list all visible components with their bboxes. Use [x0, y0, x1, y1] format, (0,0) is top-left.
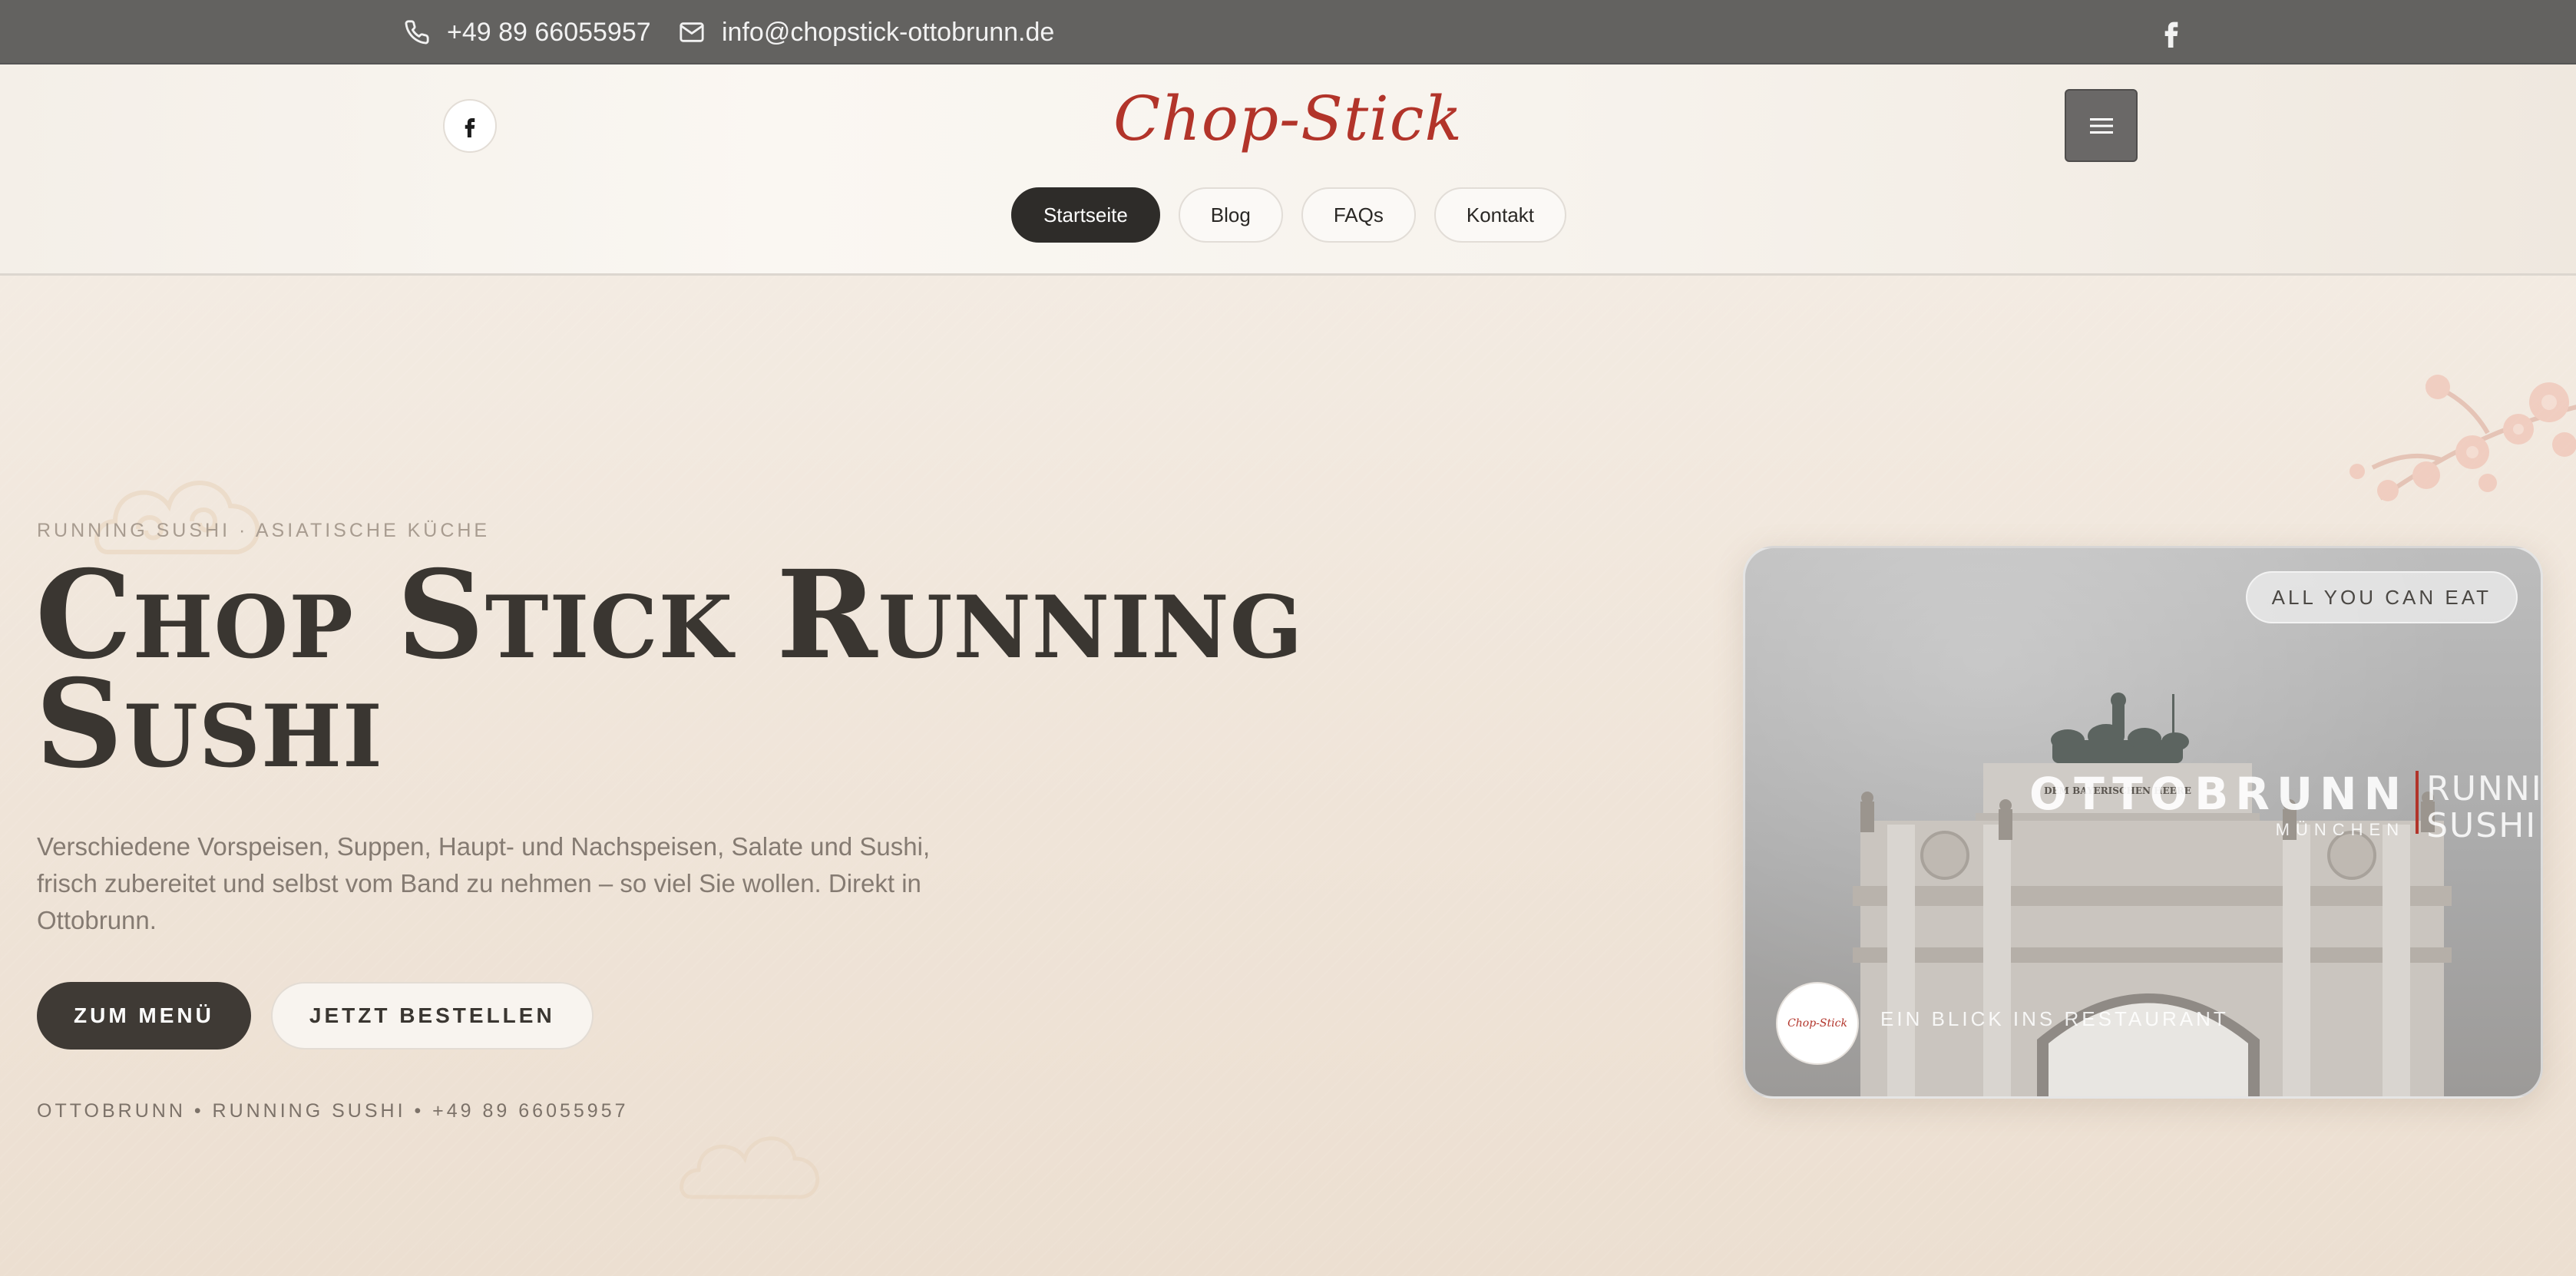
nav-blog[interactable]: Blog: [1178, 187, 1283, 243]
card-caption: EIN BLICK INS RESTAURANT: [1880, 1007, 2229, 1030]
all-you-can-eat-badge: ALL YOU CAN EAT: [2245, 571, 2518, 623]
hero-title: Chop Stick Running Sushi: [35, 555, 1341, 785]
top-contact-bar: +49 89 66055957 info@chopstick-ottobrunn…: [0, 0, 2576, 64]
email-address: info@chopstick-ottobrunn.de: [722, 17, 1055, 47]
cherry-blossom-icon: [2349, 375, 2576, 501]
phone-icon: [405, 20, 429, 45]
hero-meta-line: OTTOBRUNN • RUNNING SUSHI • +49 89 66055…: [37, 1100, 629, 1122]
facebook-icon: [465, 118, 475, 137]
order-cta-button[interactable]: JETZT BESTELLEN: [270, 982, 594, 1050]
facebook-button[interactable]: [443, 99, 497, 153]
site-header: Chop-Stick Startseite Blog FAQs Kontakt: [0, 64, 2576, 276]
mail-icon: [680, 22, 704, 42]
restaurant-media-card[interactable]: DEM BAYERISCHEN HEERE ALL YOU CAN EAT OT…: [1743, 546, 2543, 1099]
overlay-region: MÜNCHEN: [2275, 820, 2406, 839]
card-logo-avatar: Chop-Stick: [1776, 982, 1859, 1065]
video-overlay-branding: OTTOBRUNN MÜNCHEN RUNNING SUSHI: [2029, 769, 2543, 845]
phone-contact[interactable]: +49 89 66055957: [404, 0, 651, 64]
nav-startseite[interactable]: Startseite: [1010, 187, 1160, 243]
main-nav: Startseite Blog FAQs Kontakt: [0, 187, 2576, 243]
overlay-rs-line-2: SUSHI: [2426, 806, 2538, 845]
menu-cta-button[interactable]: ZUM MENÜ: [37, 982, 251, 1050]
nav-kontakt[interactable]: Kontakt: [1433, 187, 1567, 243]
hero-description: Verschiedene Vorspeisen, Suppen, Haupt- …: [37, 832, 931, 934]
facebook-icon[interactable]: [2156, 17, 2187, 48]
overlay-running-sushi: RUNNING SUSHI: [2426, 769, 2543, 845]
site-logo[interactable]: Chop-Stick: [1106, 83, 1470, 160]
overlay-city: OTTOBRUNN: [2029, 768, 2409, 820]
menu-button[interactable]: [2065, 89, 2138, 162]
hero-title-line-2: Sushi: [35, 653, 383, 795]
cloud-ornament-icon: [680, 1136, 820, 1199]
hero-actions: ZUM MENÜ JETZT BESTELLEN: [37, 982, 594, 1050]
hero-eyebrow: RUNNING SUSHI · ASIATISCHE KÜCHE: [37, 520, 491, 541]
hero-section: RUNNING SUSHI · ASIATISCHE KÜCHE Chop St…: [0, 276, 2576, 1276]
hamburger-icon: [2089, 117, 2113, 134]
overlay-divider: [2416, 771, 2419, 834]
phone-number: +49 89 66055957: [447, 17, 651, 47]
overlay-rs-line-1: RUNNING: [2426, 769, 2543, 808]
nav-faqs[interactable]: FAQs: [1301, 187, 1416, 243]
email-contact[interactable]: info@chopstick-ottobrunn.de: [679, 0, 1054, 64]
overlay-city-block: OTTOBRUNN MÜNCHEN: [2029, 771, 2408, 840]
